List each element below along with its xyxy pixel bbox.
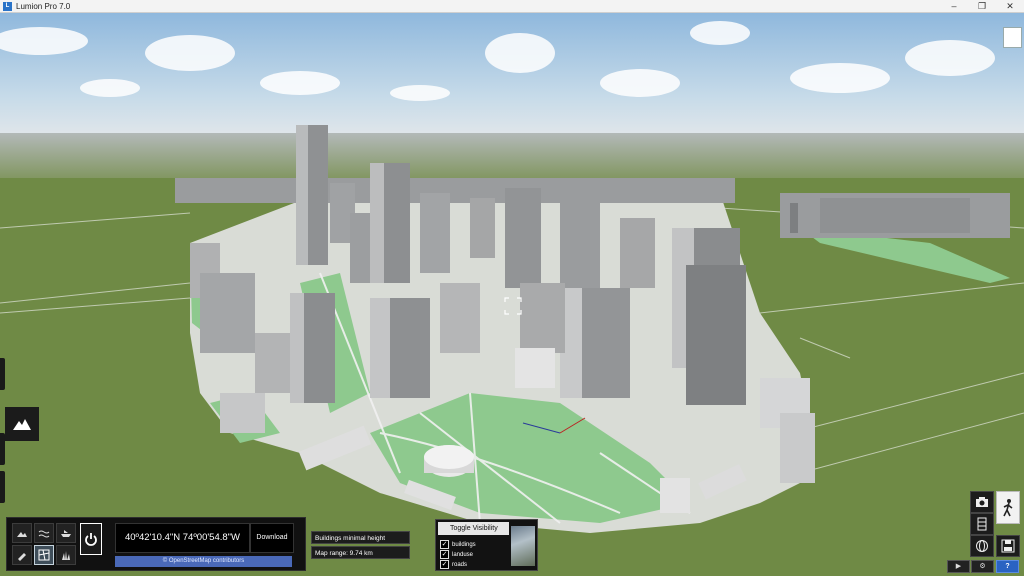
- 3d-viewport[interactable]: [0, 13, 1024, 576]
- map-range-slider[interactable]: Map range: 9.74 km: [311, 546, 410, 559]
- power-icon: [85, 533, 97, 546]
- mode-panel: [970, 491, 1022, 571]
- toggle-visibility-panel: Toggle Visibility ✓ buildings ✓ landuse …: [435, 519, 538, 571]
- terrain-button[interactable]: [5, 407, 39, 441]
- camera-icon: [976, 497, 988, 507]
- toggle-buildings-label: buildings: [452, 541, 476, 548]
- checkbox-roads[interactable]: ✓: [440, 560, 449, 569]
- map-icon: [38, 549, 50, 561]
- toggle-landuse[interactable]: ✓ landuse: [440, 550, 473, 559]
- photo-mode-button[interactable]: [970, 491, 994, 513]
- map-thumbnail[interactable]: [511, 526, 535, 566]
- brush-icon: [18, 553, 26, 561]
- water-tool[interactable]: [34, 523, 54, 543]
- title-bar: L Lumion Pro 7.0 – ❐ ✕: [0, 0, 1024, 13]
- toggle-roads[interactable]: ✓ roads: [440, 560, 467, 569]
- left-panel-tab-3[interactable]: [0, 471, 5, 503]
- water-icon: [38, 530, 50, 538]
- download-button[interactable]: Download: [250, 523, 294, 553]
- film-icon: [977, 517, 987, 531]
- floppy-disk-icon: [1001, 539, 1015, 553]
- checkbox-landuse[interactable]: ✓: [440, 550, 449, 559]
- toggle-buildings[interactable]: ✓ buildings: [440, 540, 476, 549]
- movie-mode-button[interactable]: [970, 513, 994, 535]
- window-title: Lumion Pro 7.0: [16, 1, 71, 11]
- left-panel-tab-1[interactable]: [0, 358, 5, 390]
- map-settings: Buildings minimal height Map range: 9.74…: [311, 528, 412, 563]
- checkbox-buildings[interactable]: ✓: [440, 540, 449, 549]
- help-button[interactable]: ?: [996, 560, 1019, 573]
- coordinates-display[interactable]: 40º42'10.4"N 74º00'54.8"W: [115, 523, 250, 553]
- play-button[interactable]: ▶: [947, 560, 970, 573]
- maximize-button[interactable]: ❐: [968, 0, 996, 12]
- toggle-visibility-title: Toggle Visibility: [438, 522, 509, 535]
- toggle-landuse-label: landuse: [452, 551, 474, 558]
- walking-person-icon: [1003, 498, 1013, 516]
- paint-tool[interactable]: [12, 545, 32, 565]
- boat-icon: [61, 530, 71, 537]
- app-icon: L: [3, 1, 12, 11]
- toggle-roads-label: roads: [452, 561, 468, 568]
- power-button[interactable]: [80, 523, 102, 555]
- ocean-tool[interactable]: [56, 523, 76, 543]
- openstreetmap-tool[interactable]: [34, 545, 54, 565]
- close-button[interactable]: ✕: [996, 0, 1024, 12]
- minimize-button[interactable]: –: [940, 0, 968, 12]
- tool-panel: 40º42'10.4"N 74º00'54.8"W Download © Ope…: [6, 517, 306, 571]
- build-mode-button[interactable]: [996, 491, 1020, 524]
- grass-tool[interactable]: [56, 545, 76, 565]
- grass-icon: [62, 551, 70, 560]
- osm-credit-link[interactable]: © OpenStreetMap contributors: [115, 556, 292, 567]
- weather-tool[interactable]: [12, 523, 32, 543]
- save-button[interactable]: [996, 535, 1020, 557]
- buildings-mode-select[interactable]: Buildings minimal height: [311, 531, 410, 544]
- globe-icon: [976, 540, 988, 552]
- panorama-mode-button[interactable]: [970, 535, 994, 557]
- landscape-icon: [17, 532, 27, 537]
- city-scene: [0, 13, 1024, 576]
- viewport-corner-box[interactable]: [1003, 27, 1022, 48]
- mountain-icon: [13, 419, 31, 430]
- settings-button[interactable]: ⚙: [971, 560, 994, 573]
